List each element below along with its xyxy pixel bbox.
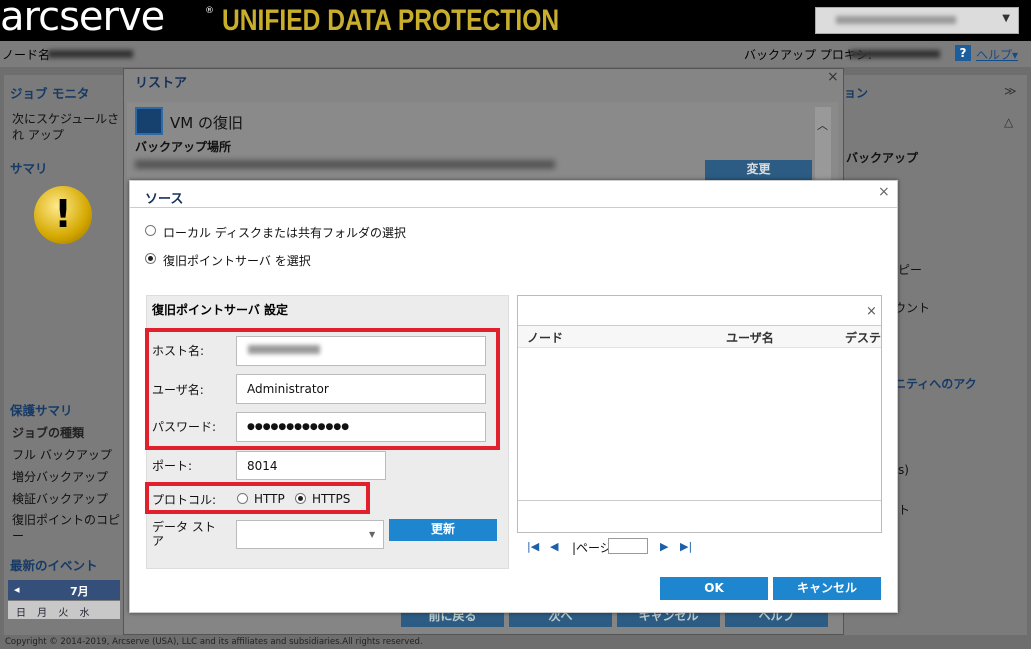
right-item-mount[interactable]: ウント (894, 299, 930, 316)
vm-recovery-icon (135, 107, 163, 135)
backup-location-value (135, 160, 555, 169)
radio-rps-label: 復旧ポイントサーバ を選択 (163, 254, 311, 268)
right-item-t[interactable]: ト (898, 501, 910, 518)
scroll-up-icon[interactable]: ︿ (817, 117, 828, 133)
last-page-icon[interactable]: ▶| (680, 540, 692, 553)
restore-scrollbar[interactable]: ︿ (815, 107, 831, 183)
radio-rps[interactable] (145, 253, 156, 264)
restore-dialog-title: リストア (135, 76, 188, 91)
node-name-value (48, 50, 133, 58)
copyright-text: Copyright © 2014-2019, Arcserve (USA), L… (5, 637, 423, 647)
job-type-copy-rp: 復旧ポイントのコピー (12, 513, 121, 543)
right-item-copy[interactable]: ピー (898, 261, 922, 278)
divider (130, 207, 897, 208)
radio-local-disk-label: ローカル ディスクまたは共有フォルダの選択 (163, 226, 406, 240)
close-icon[interactable]: × (878, 184, 890, 200)
ok-button[interactable]: OK (660, 577, 768, 600)
prev-page-icon[interactable]: ◀ (550, 540, 558, 553)
protection-summary-heading: 保護サマリ (10, 403, 73, 418)
job-monitor-heading: ジョブ モニタ (10, 86, 90, 101)
summary-heading: サマリ (10, 161, 48, 176)
help-link[interactable]: ヘルプ▾ (976, 46, 1018, 63)
job-type-full: フル バックアップ (12, 448, 112, 462)
collapse-icon[interactable]: ≫ (1004, 84, 1017, 98)
server-select-value (836, 16, 956, 24)
left-panel: ジョブ モニタ 次にスケジュールされ アップ サマリ 保護サマリ ジョブの種類 … (4, 75, 124, 635)
datastore-label: データ ストア (152, 520, 216, 548)
calendar-weekdays: 日 月 火 水 (8, 601, 120, 619)
warning-icon: ! (34, 186, 92, 244)
right-heading: ョン (844, 86, 869, 100)
next-page-icon[interactable]: ▶ (660, 540, 668, 553)
col-destination[interactable]: デステ (845, 329, 881, 346)
collapse-up-icon[interactable]: △ (1004, 115, 1013, 129)
chevron-down-icon: ▼ (369, 530, 376, 539)
divider (518, 500, 881, 501)
node-list-header (518, 325, 881, 348)
arcserve-logo: arcserve (0, 0, 165, 40)
first-page-icon[interactable]: |◀ (527, 540, 539, 553)
radio-local-disk[interactable] (145, 225, 156, 236)
close-icon[interactable]: × (827, 69, 839, 85)
registered-mark: ® (205, 6, 214, 16)
col-user[interactable]: ユーザ名 (726, 329, 774, 346)
page-number-input[interactable] (608, 538, 648, 554)
job-type-incremental: 増分バックアップ (12, 470, 109, 484)
calendar-header: ◂ 7月 2019 (8, 580, 120, 612)
port-label: ポート: (152, 459, 193, 473)
right-item-backup[interactable]: バックアップ (846, 149, 918, 166)
chevron-down-icon: ▼ (1002, 13, 1010, 24)
calendar-day-labels: 日 月 火 水 (16, 608, 90, 619)
right-item-s[interactable]: s) (898, 463, 909, 477)
job-type-verify: 検証バックアップ (12, 492, 109, 506)
server-select[interactable]: ▼ (815, 7, 1019, 34)
update-button[interactable]: 更新 (389, 519, 497, 541)
job-type-header: ジョブの種類 (12, 426, 85, 440)
cancel-button[interactable]: キャンセル (773, 577, 881, 600)
node-name-label: ノード名 (2, 48, 51, 62)
next-schedule-text: 次にスケジュールされ アップ (12, 112, 120, 142)
port-input[interactable]: 8014 (236, 451, 386, 480)
source-dialog-title: ソース (145, 192, 184, 207)
calendar-prev-icon[interactable]: ◂ (14, 583, 20, 596)
highlight-protocol (145, 482, 370, 514)
vm-recovery-title: VM の復旧 (170, 114, 243, 132)
close-icon[interactable]: × (866, 304, 877, 319)
datastore-select[interactable] (236, 520, 384, 549)
col-node[interactable]: ノード (527, 329, 563, 346)
latest-events-heading: 最新のイベント (10, 558, 98, 573)
highlight-credentials (145, 328, 500, 450)
change-button[interactable]: 変更 (705, 160, 812, 180)
help-icon[interactable]: ? (955, 45, 971, 61)
rps-settings-title: 復旧ポイントサーバ 設定 (152, 303, 289, 317)
product-name: UNIFIED DATA PROTECTION (222, 4, 560, 37)
page-label: |ページ (572, 541, 612, 555)
backup-proxy-value (850, 50, 940, 58)
backup-location-label: バックアップ場所 (135, 140, 232, 154)
